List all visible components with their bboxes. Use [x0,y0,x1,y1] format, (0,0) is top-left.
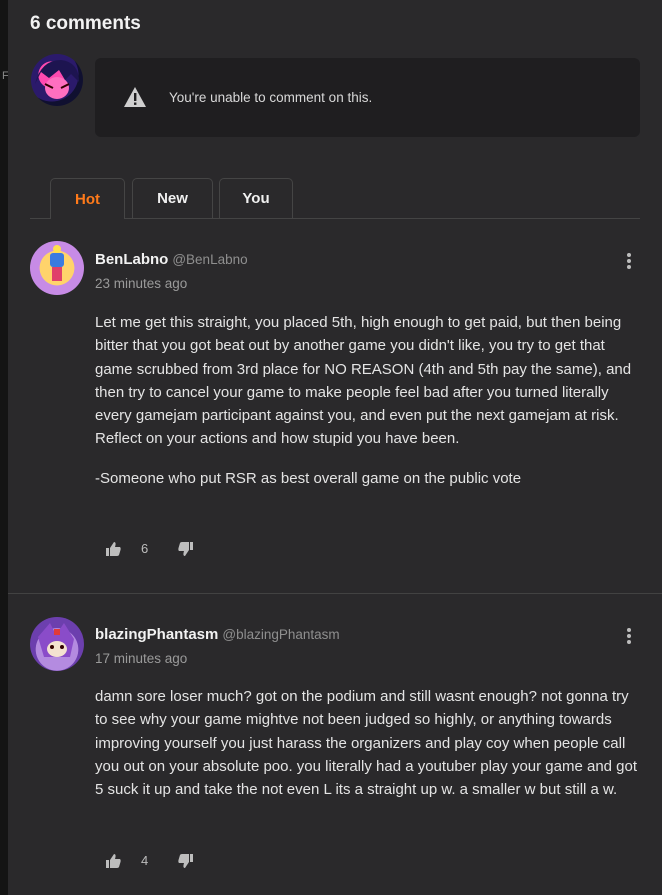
tab-hot[interactable]: Hot [50,178,125,219]
more-options-icon[interactable] [625,627,633,645]
tab-new[interactable]: New [132,178,213,218]
avatar-art [35,60,79,99]
thumbs-up-icon[interactable] [106,541,121,556]
left-edge-strip: F [0,0,9,895]
commenter-handle: @blazingPhantasm [222,627,340,642]
avatar-art [38,623,74,657]
warning-icon [124,87,146,107]
comment-body: Let me get this straight, you placed 5th… [95,311,640,490]
current-user-avatar[interactable] [31,54,83,106]
comment-actions: 4 [106,853,194,868]
comments-panel: 6 comments You're unable to comment on t… [8,0,662,895]
comment-timestamp: 23 minutes ago [95,276,188,291]
comment-paragraph: damn sore loser much? got on the podium … [95,688,638,799]
commenter-handle: @BenLabno [172,252,248,267]
notice-text: You're unable to comment on this. [169,90,373,105]
comment-paragraph: Let me get this straight, you placed 5th… [95,314,632,448]
comment-paragraph: -Someone who put RSR as best overall gam… [95,469,522,487]
more-options-icon[interactable] [625,252,633,270]
commenter-display-name[interactable]: BenLabno [95,251,168,268]
commenter-avatar[interactable] [30,241,84,295]
thumbs-down-icon[interactable] [178,541,194,556]
commenter-name[interactable]: BenLabno @BenLabno [95,251,248,268]
comment-body: damn sore loser much? got on the podium … [95,685,640,801]
commenter-avatar[interactable] [30,617,84,671]
thumbs-up-icon[interactable] [106,853,121,868]
like-count: 6 [141,541,149,556]
tab-you[interactable]: You [219,178,293,218]
comment-timestamp: 17 minutes ago [95,651,188,666]
commenter-display-name[interactable]: blazingPhantasm [95,626,218,643]
like-count: 4 [141,853,149,868]
comments-count-title: 6 comments [30,13,141,34]
commenter-name[interactable]: blazingPhantasm @blazingPhantasm [95,626,340,643]
comment-actions: 6 [106,541,194,556]
thumbs-down-icon[interactable] [178,853,194,868]
comment-disabled-notice: You're unable to comment on this. [95,58,640,137]
avatar-art [50,245,64,281]
comment-divider [8,593,662,594]
